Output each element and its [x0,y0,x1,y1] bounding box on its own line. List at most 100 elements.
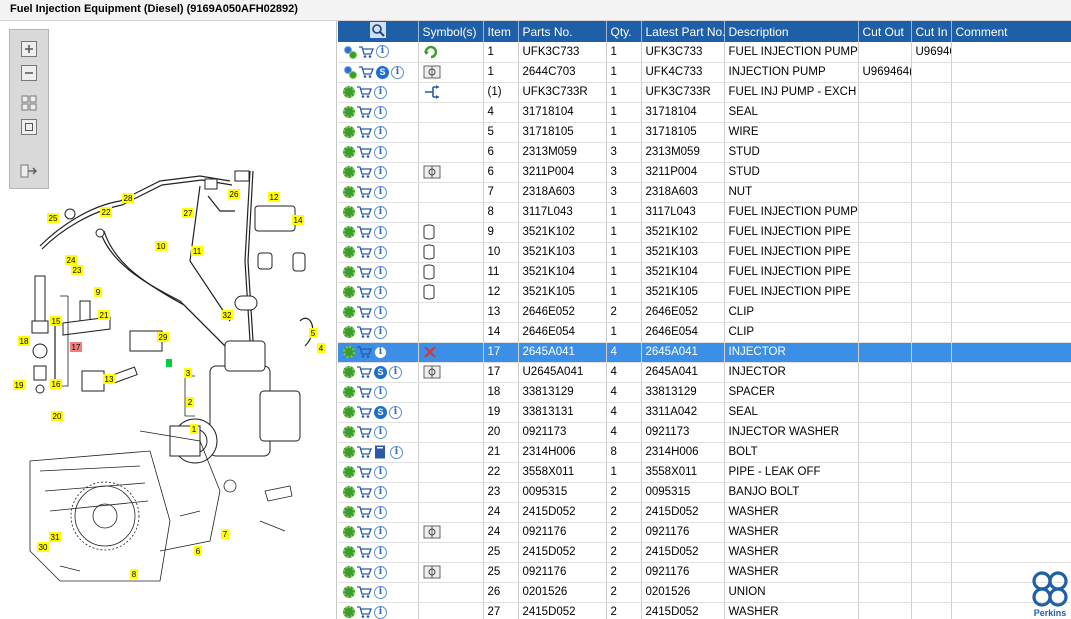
remove-icon[interactable] [423,345,437,359]
info-icon[interactable]: i [374,265,387,279]
zoom-out-button[interactable] [17,62,41,84]
gear-icon[interactable] [343,86,355,98]
callout-22[interactable]: 22 [100,207,112,217]
gear-icon[interactable] [343,186,355,198]
table-row[interactable]: i 4 31718104 1 31718104 SEAL [338,102,1071,123]
info-icon[interactable]: i [374,305,387,319]
table-row[interactable]: i (1) UFK3C733R 1 UFK3C733R FUEL INJ PUMP - E… [338,82,1071,103]
table-row[interactable]: Si 1 2644C703 1 UFK4C733 INJECTION PUMP U96946… [338,62,1071,83]
cart-icon[interactable] [357,506,372,518]
info-icon[interactable]: i [374,125,387,139]
column-header-qty[interactable]: Qty. [606,21,642,42]
callout-10[interactable]: 10 [155,241,167,251]
callout-24[interactable]: 24 [65,255,77,265]
gear-icon[interactable] [343,306,355,318]
callout-29[interactable]: 29 [157,332,169,342]
book-icon[interactable] [423,65,441,79]
info-icon[interactable]: i [374,605,387,619]
info-icon[interactable]: i [374,105,387,119]
column-header-comment[interactable]: Comment [951,21,1071,42]
cart-icon[interactable] [357,326,372,338]
supersession-icon[interactable]: S [374,405,387,419]
gear-icon[interactable] [343,486,355,498]
supersession-icon[interactable]: S [374,365,387,379]
callout-4[interactable]: 4 [317,343,325,353]
callout-3[interactable]: 3 [184,368,192,378]
book-icon[interactable] [423,565,441,579]
gear-icon[interactable] [343,346,355,358]
gear-icon[interactable] [343,566,355,578]
table-row[interactable]: Si 19 33813131 4 3311A042 SEAL [338,402,1071,423]
cart-icon[interactable] [357,386,372,398]
cart-icon[interactable] [357,206,372,218]
table-row[interactable]: i 13 2646E052 2 2646E052 CLIP [338,302,1071,323]
callout-21[interactable]: 21 [98,310,110,320]
gear-icon[interactable] [343,506,355,518]
table-row[interactable]: i 18 33813129 4 33813129 SPACER [338,382,1071,403]
multi-gear-icon[interactable] [343,65,357,79]
info-icon[interactable]: i [390,445,403,459]
info-icon[interactable]: i [389,405,402,419]
table-row[interactable]: i1UFK3C7331UFK3C733FUEL INJECTION PUMP K… [338,42,1071,63]
table-row[interactable]: Si 17 U2645A041 4 2645A041 INJECTOR [338,362,1071,383]
cart-icon[interactable] [357,106,372,118]
callout-23[interactable]: 23 [71,265,83,275]
pipe-icon[interactable] [423,224,435,240]
callout-31[interactable]: 31 [49,532,61,542]
info-icon[interactable]: i [374,165,387,179]
refresh-icon[interactable] [423,44,439,60]
cart-icon[interactable] [357,346,372,358]
fit-page-button[interactable] [17,92,41,114]
table-row[interactable]: i 14 2646E054 1 2646E054 CLIP [338,322,1071,343]
gear-icon[interactable] [343,546,355,558]
table-row[interactable]: i 24 2415D052 2 2415D052 WASHER [338,502,1071,523]
callout-14[interactable]: 14 [292,215,304,225]
callout-9[interactable]: 9 [94,287,102,297]
info-icon[interactable]: i [374,145,387,159]
callout-26[interactable]: 26 [228,189,240,199]
table-row[interactable]: i 23 0095315 2 0095315 BANJO BOLT [338,482,1071,503]
callout-27[interactable]: 27 [182,208,194,218]
gear-icon[interactable] [343,206,355,218]
cart-icon[interactable] [357,306,372,318]
info-icon[interactable]: i [389,365,402,379]
book-icon[interactable] [423,525,441,539]
gear-icon[interactable] [343,366,355,378]
cart-icon[interactable] [357,186,372,198]
callout-2[interactable]: 2 [186,397,194,407]
cart-icon[interactable] [357,406,372,418]
cart-icon[interactable] [357,246,372,258]
info-icon[interactable]: i [374,565,387,579]
callout-17[interactable]: 17 [70,342,82,352]
cart-icon[interactable] [359,46,374,58]
column-header-part-no[interactable]: Parts No. [518,21,607,42]
info-icon[interactable]: i [374,545,387,559]
diagram-pane[interactable]: 25 22 28 26 27 12 14 10 24 23 9 11 21 15 18 17 16 19 20 32 2… [0,21,337,619]
cart-icon[interactable] [357,146,372,158]
info-icon[interactable]: i [374,525,387,539]
gear-icon[interactable] [343,126,355,138]
info-icon[interactable]: i [374,505,387,519]
callout-20[interactable]: 20 [51,411,63,421]
gear-icon[interactable] [343,246,355,258]
callout-12[interactable]: 12 [268,192,280,202]
info-icon[interactable]: i [374,385,387,399]
table-row[interactable]: i 6 3211P004 3 3211P004 STUD [338,162,1071,183]
table-row[interactable]: i 11 3521K104 1 3521K104 FUEL INJECTION PIPE [338,262,1071,283]
cart-icon[interactable] [357,426,372,438]
callout-8[interactable]: 8 [130,569,138,579]
cart-icon[interactable] [357,446,372,458]
table-row[interactable]: i 5 31718105 1 31718105 WIRE [338,122,1071,143]
exchange-icon[interactable] [423,85,441,99]
cart-icon[interactable] [357,606,372,618]
callout-group[interactable]: 252228 2627121410242391121151817161920322… [13,189,325,579]
info-icon[interactable]: i [374,325,387,339]
info-icon[interactable]: i [374,465,387,479]
table-row[interactable]: i83117L04313117L043FUEL INJECTION PUMP G… [338,202,1071,223]
info-icon[interactable]: i [376,45,389,59]
table-row[interactable]: i 25 2415D052 2 2415D052 WASHER [338,542,1071,563]
callout-28[interactable]: 28 [122,193,134,203]
cart-icon[interactable] [357,166,372,178]
callout-6[interactable]: 6 [194,546,202,556]
export-button[interactable] [17,160,41,182]
